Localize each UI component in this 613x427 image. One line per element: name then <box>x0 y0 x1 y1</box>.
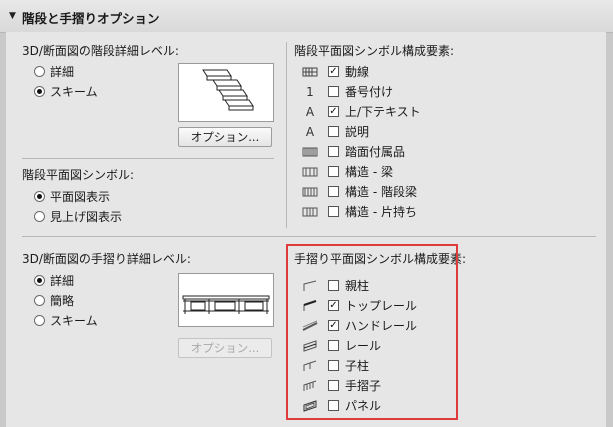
stair-comp-checkbox-walkline[interactable]: ✓ <box>328 66 339 77</box>
stair-comp-checkbox-stringer[interactable] <box>328 186 339 197</box>
tread-accessory-icon <box>302 146 318 158</box>
stair-symbol-radio-reflected[interactable] <box>34 211 45 222</box>
stair-detail-option-scheme[interactable]: スキーム <box>50 83 98 100</box>
divider <box>22 236 596 237</box>
vertical-divider <box>286 42 287 228</box>
railing-detail-option-detail[interactable]: 詳細 <box>50 272 74 289</box>
railing-detail-label: 3D/断面図の手摺り詳細レベル: <box>22 252 191 266</box>
stair-comp-checkbox-numbering[interactable] <box>328 86 339 97</box>
railing-detail-option-scheme[interactable]: スキーム <box>50 312 98 329</box>
stair-comp-checkbox-cantilever[interactable] <box>328 206 339 217</box>
stair-detail-label: 3D/断面図の階段詳細レベル: <box>22 44 179 58</box>
stair-symbol-option-plan[interactable]: 平面図表示 <box>50 188 110 205</box>
stair-comp-label-beam[interactable]: 構造 - 梁 <box>345 163 393 180</box>
stair-comp-checkbox-updown[interactable]: ✓ <box>328 106 339 117</box>
collapse-triangle-icon[interactable]: ▼ <box>9 11 16 21</box>
divider <box>22 158 274 159</box>
cantilever-icon <box>302 206 318 218</box>
text-a-icon: A <box>305 105 315 119</box>
stair-comp-label-tread[interactable]: 踏面付属品 <box>345 143 405 160</box>
stair-detail-option-detail[interactable]: 詳細 <box>50 63 74 80</box>
section-header[interactable]: ▼ 階段と手摺りオプション <box>0 0 613 33</box>
stair-preview-icon <box>202 69 254 111</box>
options-panel: 3D/断面図の階段詳細レベル: 詳細 スキーム オプション... 階段平面図シン… <box>6 32 606 427</box>
stair-components-label: 階段平面図シンボル構成要素: <box>294 44 455 58</box>
text-a-icon: A <box>305 125 315 139</box>
railing-preview-icon <box>182 295 270 314</box>
stair-comp-label-stringer[interactable]: 構造 - 階段梁 <box>345 183 417 200</box>
railing-detail-radio-detail[interactable] <box>34 275 45 286</box>
check-mark-icon: ✓ <box>329 66 338 77</box>
railing-detail-radio-simple[interactable] <box>34 295 45 306</box>
railing-options-button[interactable]: オプション... <box>178 338 272 358</box>
stair-symbol-radio-plan[interactable] <box>34 191 45 202</box>
stair-detail-radio-detail[interactable] <box>34 66 45 77</box>
railing-preview-image <box>178 273 274 327</box>
stair-comp-label-updown[interactable]: 上/下テキスト <box>345 103 421 120</box>
stair-comp-checkbox-beam[interactable] <box>328 166 339 177</box>
stair-comp-label-walkline[interactable]: 動線 <box>345 63 369 80</box>
stair-comp-label-cantilever[interactable]: 構造 - 片持ち <box>345 203 417 220</box>
stair-symbol-option-reflected[interactable]: 見上げ図表示 <box>50 208 122 225</box>
stair-comp-label-numbering[interactable]: 番号付け <box>345 83 393 100</box>
stair-preview-image <box>178 63 274 122</box>
highlight-box <box>286 244 458 420</box>
stair-comp-label-description[interactable]: 説明 <box>345 123 369 140</box>
stair-detail-radio-scheme[interactable] <box>34 86 45 97</box>
number-icon: 1 <box>306 85 314 99</box>
railing-detail-radio-scheme[interactable] <box>34 315 45 326</box>
section-title: 階段と手摺りオプション <box>22 11 160 26</box>
stair-options-button[interactable]: オプション... <box>178 127 272 147</box>
beam-icon <box>302 166 318 178</box>
railing-detail-option-simple[interactable]: 簡略 <box>50 292 74 309</box>
stringer-icon <box>302 186 318 198</box>
stair-comp-checkbox-tread[interactable] <box>328 146 339 157</box>
walking-line-icon <box>302 66 318 78</box>
check-mark-icon: ✓ <box>329 106 338 117</box>
stair-symbol-label: 階段平面図シンボル: <box>22 168 135 182</box>
stair-comp-checkbox-description[interactable] <box>328 126 339 137</box>
